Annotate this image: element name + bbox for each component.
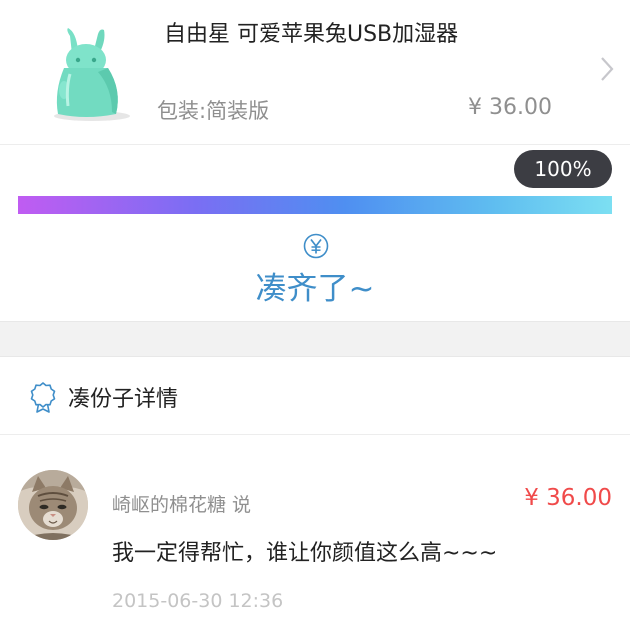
avatar[interactable] [18, 470, 88, 540]
cat-avatar-image [18, 470, 88, 540]
contribution-timestamp: 2015-06-30 12:36 [112, 590, 284, 612]
contributor-name: 崎岖的棉花糖 说 [112, 494, 252, 516]
yen-icon [303, 233, 329, 259]
product-spec: 包装:简装版 [157, 99, 270, 123]
product-price: ¥ 36.00 [468, 95, 552, 120]
completion-status: 凑齐了~ [255, 271, 375, 307]
section-title: 凑份子详情 [68, 387, 179, 412]
progress-bar [18, 196, 612, 214]
chevron-right-icon[interactable] [600, 56, 614, 82]
contribution-message: 我一定得帮忙，谁让你颜值这么高~~~ [112, 541, 498, 566]
product-image [54, 28, 130, 121]
ribbon-icon [30, 382, 56, 413]
contribution-amount: ¥ 36.00 [524, 485, 612, 511]
product-card[interactable]: 自由星 可爱苹果兔USB加湿器 包装:简装版 ¥ 36.00 [0, 0, 630, 145]
contribution-details-header: 凑份子详情 [0, 357, 630, 435]
list-item: 崎岖的棉花糖 说 ¥ 36.00 我一定得帮忙，谁让你颜值这么高~~~ 2015… [0, 435, 630, 630]
product-title: 自由星 可爱苹果兔USB加湿器 [164, 22, 459, 47]
gift-page: 自由星 可爱苹果兔USB加湿器 包装:简装版 ¥ 36.00 100% 凑齐了~… [0, 0, 630, 630]
section-divider [0, 321, 630, 357]
progress-section: 100% 凑齐了~ [0, 145, 630, 321]
progress-percent-badge: 100% [514, 150, 612, 188]
progress-bar-fill [18, 196, 612, 214]
